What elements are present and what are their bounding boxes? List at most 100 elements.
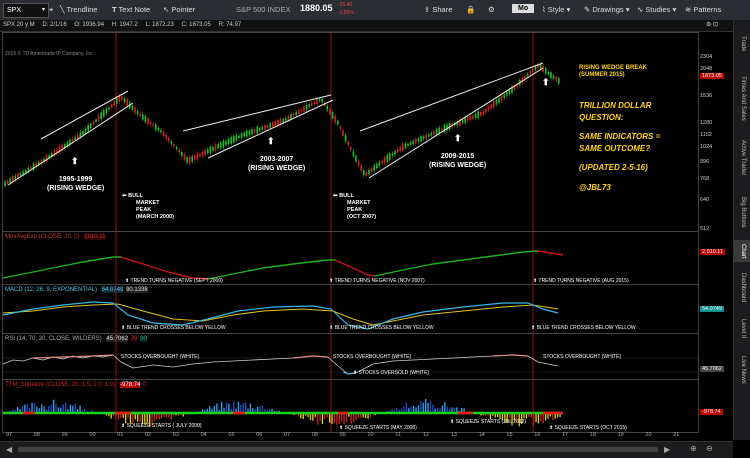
lock-icon[interactable]: 🔒 [466, 0, 475, 20]
candle-body [100, 112, 102, 119]
pane-settings-icon[interactable]: ⚙ ⊡ [706, 20, 718, 31]
drawings-button[interactable]: ✎ Drawings ▾ [584, 0, 630, 20]
candle-body [425, 134, 427, 138]
ma-pane[interactable]: MovAvgExp (CLOSE, 20, 0) 2010.11 ⬆ TREND… [2, 231, 699, 285]
candle-body [436, 129, 438, 134]
candle-body [269, 123, 271, 128]
price-pane[interactable]: 2015 © TD Ameritrade IP Company, Inc. ⬆ … [2, 32, 699, 232]
candle-body [106, 108, 108, 113]
sidebar-tab-active-trader[interactable]: Active Trader [734, 132, 750, 184]
candle-body [90, 124, 92, 128]
sidebar-tab-dashboard[interactable]: Dashboard [734, 266, 750, 310]
rsi-pane[interactable]: RSI (14, 70, 30, CLOSE, WILDERS) 45.7062… [2, 333, 699, 380]
zoom-icon[interactable]: ⊕ [690, 444, 697, 453]
candle-body [467, 117, 469, 120]
sidebar-tab-level-ii[interactable]: Level II [734, 314, 750, 344]
candle-body [329, 109, 331, 114]
time-axis[interactable]: 9798990001020304050607080910111213141516… [2, 432, 697, 440]
histogram-bar [27, 404, 28, 413]
candle-body [470, 116, 472, 120]
tool-trendline[interactable]: ╲ Trendline [60, 0, 97, 20]
candle-body [152, 124, 154, 126]
candle-body [217, 144, 219, 148]
patterns-button[interactable]: ≋ Patterns [685, 0, 721, 20]
x-tick-label: 13 [451, 432, 457, 438]
symbol-value: SPX [7, 7, 21, 14]
last-price-tag: 1873.05 [700, 73, 724, 79]
candle-body [548, 72, 550, 74]
candle-body [345, 135, 347, 142]
candle-body [137, 111, 139, 114]
candle-body [532, 69, 534, 73]
histogram-bar [341, 413, 342, 422]
candle-body [501, 95, 503, 101]
candle-body [46, 155, 48, 162]
sidebar-tab-live-news[interactable]: Live News [734, 350, 750, 390]
histogram-bar [319, 413, 320, 421]
crosshair-icon[interactable]: ⌖ [49, 0, 53, 20]
symbol-input[interactable]: SPX ▾ [3, 3, 49, 18]
candle-body [509, 90, 511, 94]
x-tick-label: 04 [201, 432, 207, 438]
share-button[interactable]: ⇪ Share [424, 0, 452, 20]
tool-pointer[interactable]: ↖ Pointer [163, 0, 195, 20]
sidebar-tab-times-and-sales[interactable]: Times And Sales [734, 68, 750, 128]
histogram-bar [420, 401, 421, 413]
candle-body [282, 119, 284, 123]
x-tick-label: 00 [89, 432, 95, 438]
zoom-out-icon[interactable]: ⊖ [706, 444, 713, 453]
sidebar-tab-trade[interactable]: Trade [734, 24, 750, 64]
macd-pane[interactable]: MACD (12, 26, 9, EXPONENTIAL) 54.0749 90… [2, 284, 699, 334]
candle-body [160, 130, 162, 132]
style-button[interactable]: ⌇ Style ▾ [542, 0, 570, 20]
gear-icon[interactable]: ⚙ [488, 0, 495, 20]
bar-open: O: 1936.94 [74, 22, 104, 28]
histogram-bar [336, 413, 337, 425]
histogram-bar [55, 404, 56, 413]
candle-body [111, 104, 113, 108]
candle-body [173, 144, 175, 146]
scroll-right-icon[interactable]: ▶ [664, 445, 670, 454]
candle-body [168, 138, 170, 141]
x-tick-label: 19 [618, 432, 624, 438]
candle-body [480, 112, 482, 116]
candle-body [441, 129, 443, 131]
scroll-thumb[interactable] [18, 447, 658, 452]
ttm-squeeze-pane[interactable]: TTM_Squeeze (CLOSE, 20, 1.5, 2.0, 1.0) -… [2, 379, 699, 433]
sidebar-tab-chart[interactable]: Chart [734, 240, 750, 262]
candle-body [22, 171, 24, 174]
studies-button[interactable]: ∿ Studies ▾ [637, 0, 676, 20]
x-tick-label: 01 [117, 432, 123, 438]
peak-2007-label: ⬅ BULLMARKETPEAK(OCT 2007) [333, 193, 376, 221]
histogram-bar [245, 403, 246, 413]
candle-body [225, 141, 227, 145]
price-axis[interactable]: 2304 2048 1873.05 1536 1280 1152 1024 89… [698, 32, 732, 230]
candle-body [407, 144, 409, 146]
candle-body [412, 141, 414, 145]
candle-body [184, 154, 186, 160]
scroll-left-icon[interactable]: ◀ [6, 445, 12, 454]
candle-body [108, 107, 110, 109]
x-tick-label: 10 [367, 432, 373, 438]
chart-scrollbar[interactable]: ◀ ▶ ⊕ ⊖ [0, 441, 733, 458]
candle-body [259, 128, 261, 131]
candle-body [555, 77, 557, 81]
sidebar-tab-big-buttons[interactable]: Big Buttons [734, 188, 750, 236]
candle-body [475, 114, 477, 119]
candle-body [87, 125, 89, 131]
histogram-bar [432, 405, 433, 413]
tool-text-note[interactable]: T Text Note [112, 0, 150, 20]
candle-body [371, 168, 373, 172]
histogram-bar [63, 404, 64, 413]
bar-high: H: 1947.2 [112, 22, 138, 28]
wedge-2-label: 2003-2007(RISING WEDGE) [248, 155, 305, 173]
candle-body [535, 67, 537, 71]
candle-body [503, 94, 505, 97]
histogram-bar [423, 403, 424, 413]
candle-body [254, 129, 256, 133]
aggregation-button[interactable]: Mo [512, 4, 534, 13]
x-tick-label: 12 [423, 432, 429, 438]
histogram-bar [250, 404, 251, 413]
candle-body [488, 107, 490, 111]
macd-note-2000: ⬆ BLUE TREND CROSSES BELOW YELLOW [121, 325, 226, 331]
